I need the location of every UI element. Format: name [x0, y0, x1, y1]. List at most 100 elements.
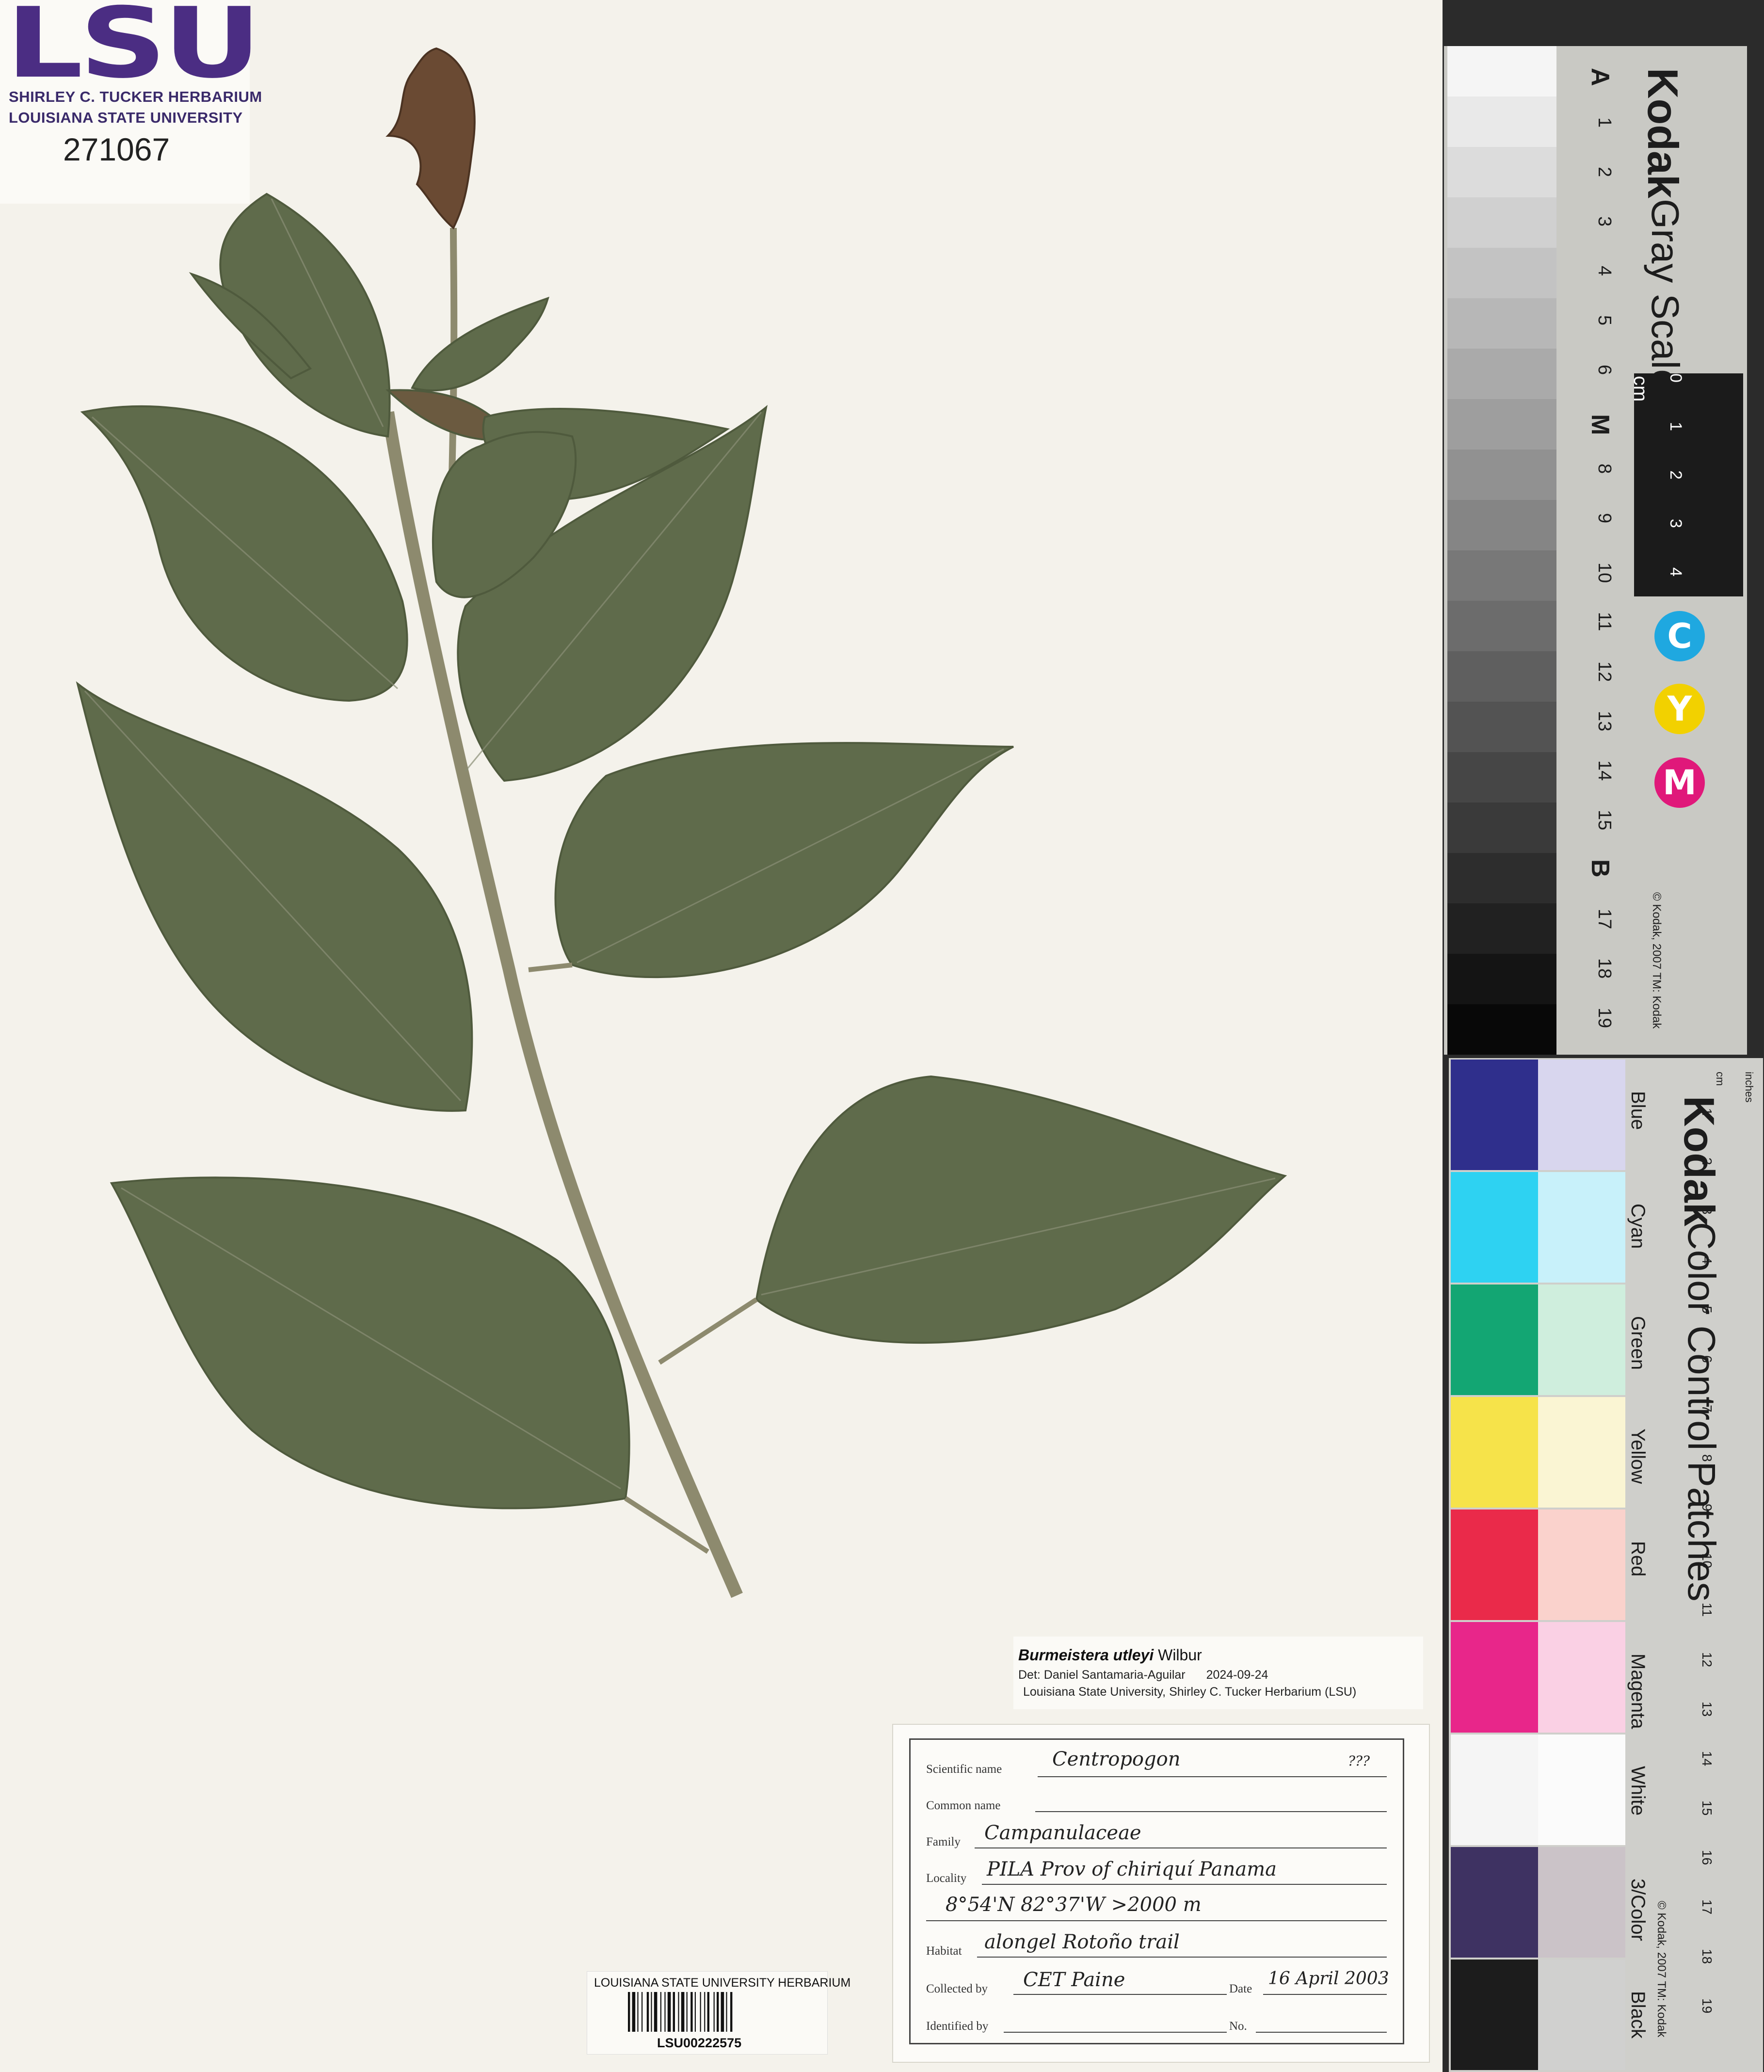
barcode-bar — [667, 1992, 671, 2032]
color-patch-name: Red — [1627, 1541, 1649, 1577]
gray-step-label: 10 — [1594, 562, 1615, 583]
ruler-number: 4 — [1700, 1256, 1715, 1264]
habitat-value: alongel Rotoño trail — [984, 1931, 1180, 1953]
rule-locality — [982, 1884, 1387, 1885]
ruler-number: 6 — [1700, 1355, 1715, 1363]
color-patch-name: White — [1627, 1766, 1649, 1816]
family-label: Family — [926, 1835, 961, 1848]
gray-card-brand: Kodak — [1639, 68, 1687, 198]
cyan-patch — [1451, 1172, 1538, 1283]
gray-patch — [1447, 803, 1556, 853]
identified-by-label: Identified by — [926, 2020, 989, 2033]
gray-patch — [1447, 500, 1556, 550]
det-taxon-line: Burmeistera utleyi Wilbur — [1018, 1646, 1202, 1664]
ruler-number: 5 — [1700, 1306, 1715, 1314]
det-determiner: Det: Daniel Santamaria-Aguilar — [1018, 1668, 1186, 1682]
ruler-number: 1 — [1700, 1108, 1715, 1116]
gray-step-label: M — [1586, 414, 1614, 435]
magenta-dot: M — [1654, 757, 1705, 808]
gray-step-label: 17 — [1594, 909, 1615, 930]
det-date: 2024-09-24 — [1206, 1668, 1268, 1682]
gray-patch — [1447, 1004, 1556, 1055]
ruler-number: 2 — [1700, 1157, 1715, 1165]
barcode-number: LSU00222575 — [657, 2036, 742, 2050]
rule-scientific — [1038, 1776, 1387, 1777]
barcode-bar — [704, 1992, 706, 2032]
barcode-bar — [632, 1992, 636, 2032]
rule-common — [1035, 1811, 1387, 1812]
cm-ruler-tick: 2 — [1667, 470, 1685, 480]
gray-step-label: 19 — [1594, 1008, 1615, 1028]
number-label: No. — [1229, 2020, 1247, 2033]
gray-patch — [1447, 46, 1556, 96]
gray-step-label: 11 — [1594, 612, 1615, 631]
gray-step-label: 2 — [1594, 167, 1615, 177]
barcode-bar — [651, 1992, 652, 2032]
barcode-bar — [730, 1992, 733, 2032]
collected-by-label: Collected by — [926, 1982, 988, 1995]
cyan-tint-patch — [1538, 1172, 1625, 1283]
ruler-number: 8 — [1700, 1454, 1715, 1462]
cm-ruler-tick: 4 — [1667, 567, 1685, 577]
gray-patch — [1447, 197, 1556, 248]
yellow-tint-patch — [1538, 1397, 1625, 1508]
barcode-bar — [660, 1992, 661, 2032]
magenta-patch — [1451, 1622, 1538, 1733]
cm-scale-box — [1634, 373, 1743, 596]
yellow-dot: Y — [1654, 684, 1705, 734]
gray-step-label: A — [1586, 68, 1614, 86]
barcode-bar — [717, 1992, 719, 2032]
gray-step-label: 1 — [1594, 117, 1615, 128]
ruler-number: 10 — [1700, 1553, 1715, 1569]
barcode-bar — [690, 1992, 693, 2032]
ruler-number: 19 — [1700, 1998, 1715, 2014]
leaf-left-lower — [110, 1176, 630, 1510]
barcode-bar — [694, 1992, 696, 2032]
gray-patch — [1447, 248, 1556, 298]
cm-ruler-tick: 0 — [1667, 373, 1685, 383]
three_color-patch — [1451, 1847, 1538, 1958]
gray-step-label: 14 — [1594, 760, 1615, 781]
gray-step-label: 4 — [1594, 266, 1615, 276]
gray-step-label: B — [1586, 859, 1614, 878]
scientific-name-label: Scientific name — [926, 1763, 1002, 1776]
black-tint-patch — [1538, 1960, 1625, 2070]
barcode-bar — [646, 1992, 649, 2032]
det-author: Wilbur — [1158, 1646, 1202, 1664]
cm-ruler-tick: 1 — [1667, 422, 1685, 431]
color-patch-name: Green — [1627, 1316, 1649, 1370]
red-tint-patch — [1538, 1510, 1625, 1620]
habitat-label: Habitat — [926, 1944, 962, 1958]
rule-date — [1263, 1994, 1387, 1995]
gray-step-label: 15 — [1594, 810, 1615, 831]
blue-tint-patch — [1538, 1060, 1625, 1170]
rule-family — [975, 1847, 1387, 1848]
gray-step-label: 5 — [1594, 315, 1615, 326]
gray-patch — [1447, 954, 1556, 1004]
color-patch-name: Blue — [1627, 1091, 1649, 1130]
barcode-bar — [637, 1992, 639, 2032]
blue-patch — [1451, 1060, 1538, 1170]
ruler-number: 12 — [1700, 1652, 1715, 1668]
color-patch-name: 3/Color — [1627, 1879, 1649, 1941]
gray-step-label: 3 — [1594, 216, 1615, 227]
gray-scale-patches — [1447, 46, 1556, 1055]
barcode-bar — [726, 1992, 727, 2032]
gray-patch — [1447, 702, 1556, 752]
rule-number — [1256, 2032, 1387, 2033]
family-value: Campanulaceae — [984, 1822, 1141, 1844]
gray-step-label: 6 — [1594, 365, 1615, 375]
barcode-bar — [678, 1992, 679, 2032]
color-patch-name: Magenta — [1627, 1654, 1649, 1729]
collection-label-frame — [909, 1738, 1404, 2044]
black-patch — [1451, 1960, 1538, 2070]
ruler-number: 13 — [1700, 1702, 1715, 1717]
locality-label: Locality — [926, 1872, 967, 1885]
inches-label: inches — [1743, 1072, 1755, 1103]
collected-by-value: CET Paine — [1023, 1969, 1125, 1991]
leaf-right-lower — [755, 1075, 1287, 1344]
cm-unit: cm — [1630, 376, 1651, 402]
scientific-name-value: Centropogon — [1052, 1748, 1181, 1770]
cyan-dot: C — [1654, 611, 1705, 661]
ruler-number: 3 — [1700, 1207, 1715, 1215]
